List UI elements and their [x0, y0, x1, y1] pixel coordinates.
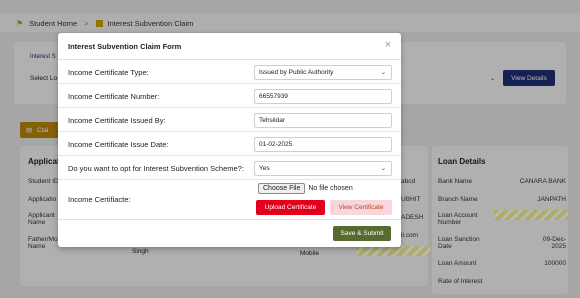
- modal-footer: Save & Submit: [58, 219, 401, 247]
- cert-type-label: Income Certificate Type:: [68, 68, 149, 77]
- choose-file-button[interactable]: Choose File: [258, 183, 306, 194]
- certificate-label: Income Certifiacte:: [68, 195, 131, 204]
- file-input[interactable]: Choose File No file chosen: [258, 183, 353, 194]
- view-certificate-button[interactable]: View Certificate: [330, 200, 392, 215]
- cert-type-select[interactable]: Issued by Public Authority ⌄: [254, 65, 392, 80]
- cert-type-value: Issued by Public Authority: [259, 69, 334, 76]
- issue-date-value: 01-02-2025: [259, 141, 293, 148]
- upload-certificate-button[interactable]: Upload Certificate: [256, 200, 325, 215]
- issued-by-label: Income Certificate Issued By:: [68, 116, 166, 125]
- chevron-down-icon: ⌄: [380, 70, 386, 76]
- form-row-cert-number: Income Certificate Number: 66557939: [58, 84, 401, 108]
- form-row-issued-by: Income Certificate Issued By: Tehsildar: [58, 108, 401, 132]
- issued-by-value: Tehsildar: [259, 117, 286, 124]
- form-row-cert-type: Income Certificate Type: Issued by Publi…: [58, 60, 401, 84]
- modal-title: Interest Subvention Claim Form: [68, 42, 182, 51]
- issue-date-input[interactable]: 01-02-2025: [254, 137, 392, 152]
- issued-by-input[interactable]: Tehsildar: [254, 113, 392, 128]
- file-status: No file chosen: [308, 185, 353, 192]
- form-row-issue-date: Income Certificate Issue Date: 01-02-202…: [58, 132, 401, 156]
- opt-in-select[interactable]: Yes ⌄: [254, 161, 392, 176]
- opt-in-value: Yes: [259, 165, 270, 172]
- issue-date-label: Income Certificate Issue Date:: [68, 140, 169, 149]
- modal-header: Interest Subvention Claim Form ×: [58, 33, 401, 60]
- cert-number-label: Income Certificate Number:: [68, 92, 160, 101]
- claim-form-modal: Interest Subvention Claim Form × Income …: [58, 33, 401, 247]
- save-submit-button[interactable]: Save & Submit: [333, 226, 391, 241]
- form-row-opt-in: Do you want to opt for Interest Subventi…: [58, 156, 401, 180]
- close-icon[interactable]: ×: [385, 39, 391, 51]
- cert-number-input[interactable]: 66557939: [254, 89, 392, 104]
- opt-in-label: Do you want to opt for Interest Subventi…: [68, 164, 244, 173]
- cert-number-value: 66557939: [259, 93, 288, 100]
- chevron-down-icon: ⌄: [380, 166, 386, 172]
